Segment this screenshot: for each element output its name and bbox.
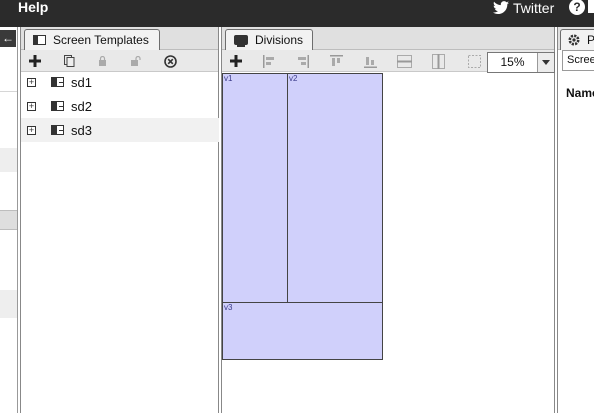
left-strip-row (0, 290, 17, 318)
division-label: v3 (224, 303, 233, 312)
lock-icon[interactable] (94, 53, 110, 69)
left-collapsed-panel: ← (0, 27, 18, 413)
screen-template-icon (51, 101, 64, 111)
twitter-label: Twitter (513, 0, 555, 16)
divisions-toolbar: 15% (222, 50, 555, 73)
panel-header: Screen Templates (21, 27, 218, 50)
twitter-bird-icon (493, 1, 509, 14)
list-item-label: sd3 (71, 122, 92, 138)
tab-label: Screen Templates (53, 33, 149, 47)
expand-icon[interactable]: + (27, 77, 36, 87)
division-box[interactable]: v3 (222, 302, 383, 360)
divisions-panel: Divisions 15% v1 v2 v3 (221, 27, 555, 413)
fit-view-icon[interactable] (466, 53, 482, 69)
division-label: v1 (224, 74, 233, 83)
list-item[interactable]: + sd2 (21, 94, 219, 118)
chevron-down-icon[interactable] (538, 53, 554, 72)
list-item-label: sd2 (71, 98, 92, 114)
split-vertical-icon[interactable] (430, 53, 446, 69)
copy-icon[interactable] (61, 53, 77, 69)
screen-template-icon (33, 35, 46, 45)
monitor-icon (234, 35, 248, 47)
list-item[interactable]: + sd1 (21, 70, 219, 94)
templates-toolbar (21, 50, 218, 72)
expand-icon[interactable]: + (27, 101, 36, 111)
tab-label: P (587, 33, 594, 47)
help-menu[interactable]: Help (18, 0, 48, 27)
name-label: Name (566, 86, 594, 100)
zoom-select[interactable]: 15% (487, 52, 555, 73)
add-icon[interactable] (228, 53, 244, 69)
division-box[interactable]: v2 (287, 73, 383, 303)
unlock-icon[interactable] (128, 53, 144, 69)
left-strip-row (0, 148, 17, 172)
gear-icon (568, 34, 580, 46)
twitter-link[interactable]: Twitter (493, 0, 554, 16)
left-strip-header (0, 210, 17, 230)
divider (0, 91, 17, 92)
screen-templates-panel: Screen Templates + sd1 + sd2 + sd3 (20, 27, 219, 413)
screen-template-icon (51, 77, 64, 87)
panel-header: P (558, 27, 594, 50)
expand-icon[interactable]: + (27, 125, 36, 135)
tab-label: Divisions (255, 33, 304, 47)
split-horizontal-icon[interactable] (396, 53, 412, 69)
screen-template-icon (51, 125, 64, 135)
align-top-icon[interactable] (328, 53, 344, 69)
align-right-icon[interactable] (294, 53, 310, 69)
delete-icon[interactable] (162, 53, 178, 69)
division-label: v2 (289, 74, 298, 83)
menubar: Help Twitter ? (0, 0, 594, 27)
add-icon[interactable] (27, 53, 43, 69)
division-box[interactable]: v1 (222, 73, 288, 303)
panel-header: Divisions (222, 27, 554, 50)
collapse-arrow-icon[interactable]: ← (0, 30, 16, 47)
tab-properties[interactable]: P (560, 29, 594, 50)
list-item-label: sd1 (71, 74, 92, 90)
align-bottom-icon[interactable] (362, 53, 378, 69)
zoom-value: 15% (488, 53, 538, 72)
menubar-overflow-glyph (588, 0, 594, 13)
align-left-icon[interactable] (261, 53, 277, 69)
properties-panel: P Scree Name (557, 27, 594, 413)
list-item[interactable]: + sd3 (21, 118, 219, 142)
tab-divisions[interactable]: Divisions (225, 29, 313, 50)
help-question-icon[interactable]: ? (569, 0, 585, 15)
tab-screen-templates[interactable]: Screen Templates (24, 29, 160, 50)
tab-screen[interactable]: Scree (562, 50, 594, 71)
